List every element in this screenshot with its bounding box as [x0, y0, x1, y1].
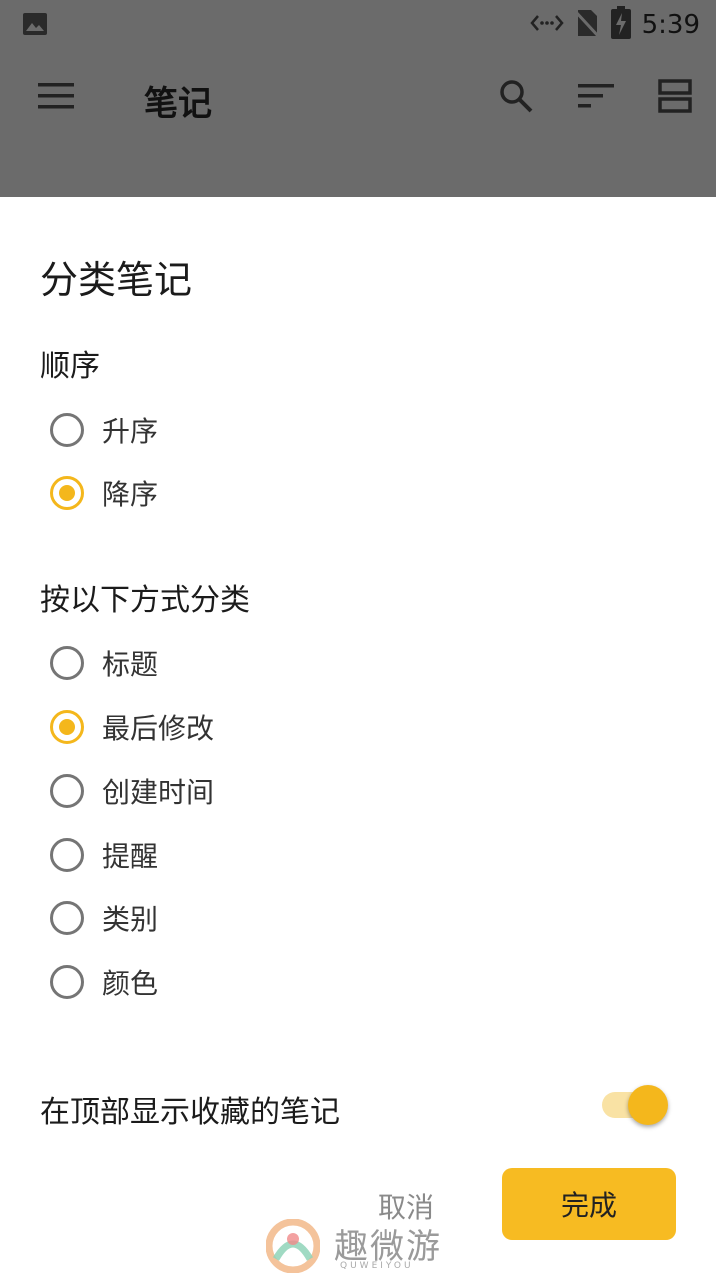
radio-label: 颜色: [102, 967, 159, 1000]
status-bar: 5:39: [0, 0, 716, 50]
radio-button[interactable]: [50, 901, 84, 935]
view-layout-icon[interactable]: [651, 72, 699, 120]
watermark-subtext: QUWEIYOU: [340, 1261, 414, 1271]
status-time: 5:39: [641, 10, 700, 40]
radio-option-descending[interactable]: 降序: [50, 465, 158, 521]
dialog-title: 分类笔记: [40, 258, 193, 302]
app-bar: 笔记: [0, 50, 716, 146]
radio-label: 降序: [102, 478, 159, 511]
radio-option-title[interactable]: 标题: [50, 635, 158, 691]
done-button[interactable]: 完成: [502, 1168, 676, 1240]
radio-button[interactable]: [50, 413, 84, 447]
sort-icon[interactable]: [572, 72, 620, 120]
radio-button[interactable]: [50, 646, 84, 680]
radio-option-ascending[interactable]: 升序: [50, 402, 158, 458]
toggle-thumb[interactable]: [628, 1085, 668, 1125]
app-title: 笔记: [144, 84, 212, 124]
battery-charging-icon: [610, 6, 632, 44]
watermark-logo-icon: [265, 1218, 321, 1277]
radio-button-selected[interactable]: [50, 476, 84, 510]
radio-button[interactable]: [50, 838, 84, 872]
watermark: 趣微游 QUWEIYOU: [265, 1217, 466, 1277]
menu-icon[interactable]: [32, 72, 80, 120]
radio-button[interactable]: [50, 774, 84, 808]
radio-label: 最后修改: [102, 712, 215, 745]
radio-option-color[interactable]: 颜色: [50, 954, 158, 1010]
radio-label: 提醒: [102, 840, 159, 873]
radio-label: 标题: [102, 648, 159, 681]
show-favorites-toggle[interactable]: [600, 1083, 670, 1127]
order-section-label: 顺序: [40, 349, 100, 384]
radio-label: 类别: [102, 903, 159, 936]
sort-by-section-label: 按以下方式分类: [40, 583, 250, 618]
radio-option-reminder[interactable]: 提醒: [50, 827, 158, 883]
radio-button-selected[interactable]: [50, 710, 84, 744]
search-icon[interactable]: [492, 72, 540, 120]
radio-option-category[interactable]: 类别: [50, 890, 158, 946]
data-transfer-icon: [529, 12, 564, 38]
radio-option-created-time[interactable]: 创建时间: [50, 763, 214, 819]
radio-button[interactable]: [50, 965, 84, 999]
radio-option-last-modified[interactable]: 最后修改: [50, 699, 214, 755]
show-favorites-toggle-label: 在顶部显示收藏的笔记: [40, 1095, 340, 1130]
no-sim-icon: [573, 8, 600, 42]
image-icon: [22, 11, 48, 37]
radio-label: 升序: [102, 415, 159, 448]
radio-label: 创建时间: [102, 776, 215, 809]
sort-notes-dialog: 分类笔记 顺序 升序 降序 按以下方式分类 标题 最后修改 创建时间 提醒 类别…: [0, 197, 716, 1276]
